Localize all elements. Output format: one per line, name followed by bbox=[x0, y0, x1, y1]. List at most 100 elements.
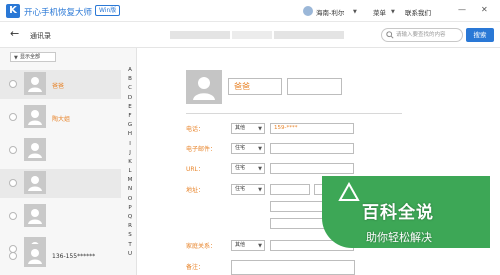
contact-radio[interactable] bbox=[9, 212, 17, 220]
contact-avatar bbox=[24, 204, 46, 227]
phone-input[interactable]: 159-**** bbox=[270, 123, 354, 134]
search-icon bbox=[386, 31, 394, 39]
address-input-1[interactable] bbox=[270, 184, 310, 195]
alphabet-letter[interactable]: N bbox=[124, 185, 136, 194]
alphabet-letter[interactable]: E bbox=[124, 103, 136, 112]
alphabet-letter[interactable]: B bbox=[124, 75, 136, 84]
chevron-down-icon[interactable]: ▼ bbox=[353, 9, 357, 15]
minimize-button[interactable]: — bbox=[458, 5, 466, 14]
contact-avatar[interactable] bbox=[186, 70, 222, 104]
redacted-text bbox=[274, 31, 344, 39]
search-button[interactable]: 搜索 bbox=[466, 28, 494, 42]
user-avatar[interactable] bbox=[303, 6, 313, 16]
filter-label: 显示全部 bbox=[20, 54, 41, 60]
app-logo: K bbox=[6, 4, 20, 18]
watermark-subtitle: 助你轻松解决 bbox=[366, 231, 432, 244]
search-box bbox=[381, 28, 463, 42]
chevron-down-icon: ▼ bbox=[258, 166, 262, 172]
note-input[interactable] bbox=[231, 260, 355, 275]
email-input[interactable] bbox=[270, 143, 354, 154]
person-icon bbox=[28, 249, 42, 264]
alphabet-letter[interactable]: A bbox=[124, 66, 136, 75]
page-title: 通讯录 bbox=[30, 32, 51, 40]
alphabet-letter[interactable]: M bbox=[124, 176, 136, 185]
contact-radio[interactable] bbox=[9, 179, 17, 187]
contact-avatar bbox=[24, 138, 46, 161]
contact-row[interactable]: 爸爸 bbox=[0, 70, 121, 99]
close-button[interactable]: ✕ bbox=[481, 5, 488, 14]
app-title: 开心手机恢复大师 bbox=[24, 8, 93, 18]
alphabet-letter[interactable]: J bbox=[124, 149, 136, 158]
alphabet-letter[interactable]: O bbox=[124, 195, 136, 204]
address-type-select[interactable]: 住宅 ▼ bbox=[231, 184, 265, 195]
toolbar: ← 通讯录 搜索 bbox=[0, 22, 500, 48]
contact-row[interactable] bbox=[0, 202, 121, 231]
alphabet-letter[interactable]: Q bbox=[124, 213, 136, 222]
contact-row[interactable] bbox=[0, 136, 121, 165]
alphabet-letter[interactable]: T bbox=[124, 241, 136, 250]
person-icon bbox=[28, 77, 42, 92]
phone-type-select[interactable]: 其他 ▼ bbox=[231, 123, 265, 134]
alphabet-letter[interactable]: G bbox=[124, 121, 136, 130]
chevron-down-icon: ▼ bbox=[258, 146, 262, 152]
user-name[interactable]: 海南-利尔 bbox=[316, 7, 344, 17]
chevron-down-icon: ▼ bbox=[258, 126, 262, 132]
family-type-value: 其他 bbox=[235, 242, 246, 248]
back-arrow-icon[interactable]: ← bbox=[10, 27, 19, 40]
contact-name: 爸爸 bbox=[52, 83, 65, 90]
contact-name: 136-155****** bbox=[52, 253, 96, 260]
email-label: 电子邮件： bbox=[186, 146, 217, 153]
alphabet-letter[interactable]: R bbox=[124, 222, 136, 231]
contact-radio[interactable] bbox=[9, 113, 17, 121]
contact-name-value: 爸爸 bbox=[234, 82, 250, 91]
person-icon bbox=[28, 176, 42, 191]
divider bbox=[186, 113, 402, 114]
contact-avatar bbox=[24, 72, 46, 95]
alphabet-index: ABCDEFGHIJKLMNOPQRSTU bbox=[124, 66, 136, 259]
address-label: 地址： bbox=[186, 187, 205, 194]
contact-avatar bbox=[24, 171, 46, 194]
alphabet-letter[interactable]: H bbox=[124, 130, 136, 139]
email-type-select[interactable]: 住宅 ▼ bbox=[231, 143, 265, 154]
contact-row[interactable]: 136-155****** bbox=[0, 242, 121, 271]
person-icon bbox=[193, 77, 215, 100]
note-label: 备注： bbox=[186, 264, 205, 271]
filter-select[interactable]: ▼ 显示全部 bbox=[10, 52, 56, 62]
contact-row[interactable]: 陶大姐 bbox=[0, 103, 121, 132]
contact-radio[interactable] bbox=[9, 80, 17, 88]
contact-row[interactable] bbox=[0, 169, 121, 198]
contact-us-link[interactable]: 联系我们 bbox=[405, 7, 431, 17]
chevron-down-icon: ▼ bbox=[258, 187, 262, 193]
contact-name-extra-field[interactable] bbox=[287, 78, 342, 95]
menu-button[interactable]: 菜单 bbox=[373, 7, 386, 17]
alphabet-letter[interactable]: P bbox=[124, 204, 136, 213]
watermark-logo-icon bbox=[338, 182, 360, 201]
alphabet-letter[interactable]: K bbox=[124, 158, 136, 167]
alphabet-letter[interactable]: F bbox=[124, 112, 136, 121]
redacted-text bbox=[170, 31, 230, 39]
contact-radio[interactable] bbox=[9, 146, 17, 154]
contact-avatar bbox=[24, 105, 46, 128]
chevron-down-icon: ▼ bbox=[14, 55, 18, 61]
url-type-value: 住宅 bbox=[235, 165, 246, 171]
url-type-select[interactable]: 住宅 ▼ bbox=[231, 163, 265, 174]
contact-list-panel: ▼ 显示全部 爸爸陶大姐 136-155****** ABCDEFGHIJKLMN… bbox=[0, 48, 137, 275]
alphabet-letter[interactable]: S bbox=[124, 231, 136, 240]
contact-name-field[interactable]: 爸爸 bbox=[228, 78, 282, 95]
redacted-text bbox=[232, 31, 272, 39]
contact-radio[interactable] bbox=[9, 252, 17, 260]
url-input[interactable] bbox=[270, 163, 354, 174]
family-type-select[interactable]: 其他 ▼ bbox=[231, 240, 265, 251]
family-label: 家庭关系： bbox=[186, 243, 217, 250]
person-icon bbox=[28, 209, 42, 224]
alphabet-letter[interactable]: I bbox=[124, 140, 136, 149]
chevron-down-icon[interactable]: ▼ bbox=[391, 9, 395, 15]
alphabet-letter[interactable]: U bbox=[124, 250, 136, 259]
email-type-value: 住宅 bbox=[235, 145, 246, 151]
chevron-down-icon: ▼ bbox=[258, 243, 262, 249]
person-icon bbox=[28, 143, 42, 158]
alphabet-letter[interactable]: D bbox=[124, 94, 136, 103]
alphabet-letter[interactable]: C bbox=[124, 84, 136, 93]
search-input[interactable] bbox=[396, 30, 460, 40]
alphabet-letter[interactable]: L bbox=[124, 167, 136, 176]
